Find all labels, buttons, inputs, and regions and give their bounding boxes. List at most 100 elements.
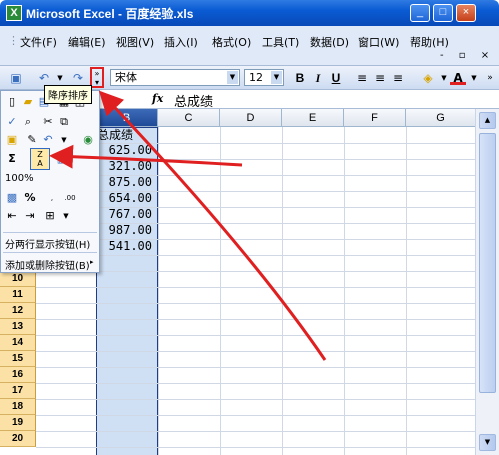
menu-insert[interactable]: 插入(I)	[164, 34, 198, 50]
menu-edit[interactable]: 编辑(E)	[68, 34, 106, 50]
italic-button[interactable]: I	[310, 70, 326, 86]
scroll-down-icon[interactable]: ▼	[479, 434, 496, 451]
gridline	[36, 255, 475, 256]
show-two-rows-option[interactable]: 分两行显示按钮(H)	[5, 236, 90, 251]
font-size-select[interactable]: 12 ▼	[244, 69, 284, 86]
row-header[interactable]: 16	[0, 367, 36, 383]
cut-icon[interactable]: ✂	[41, 115, 55, 129]
comma-style-icon[interactable]: ,	[45, 191, 59, 205]
toolbar-options-chevron-icon[interactable]: » ▾	[90, 67, 104, 88]
gridline	[36, 447, 475, 448]
currency-icon[interactable]: ▩	[5, 191, 19, 205]
align-left-icon[interactable]: ≡	[354, 70, 370, 86]
sort-z-label: Z	[37, 150, 43, 159]
font-name-select[interactable]: 宋体 ▼	[110, 69, 240, 86]
close-button[interactable]: ×	[456, 4, 476, 22]
save-icon[interactable]: ▣	[8, 70, 24, 86]
align-right-icon[interactable]: ≡	[390, 70, 406, 86]
title-bar[interactable]: X Microsoft Excel - 百度经验.xls _ □ ×	[0, 0, 499, 26]
menu-window[interactable]: 窗口(W)	[358, 34, 399, 50]
cell-value[interactable]: 321.00	[96, 159, 152, 173]
menu-data[interactable]: 数据(D)	[310, 34, 349, 50]
row-header[interactable]: 11	[0, 287, 36, 303]
row-header[interactable]: 19	[0, 415, 36, 431]
redo-icon[interactable]: ↷	[70, 70, 86, 86]
chevron-down-icon[interactable]: ▼	[227, 71, 238, 84]
sort-tooltip: 降序排序	[44, 85, 92, 104]
font-size-value: 12	[249, 71, 263, 84]
row-header[interactable]: 18	[0, 399, 36, 415]
undo-icon[interactable]: ↶	[41, 133, 55, 147]
zoom-value[interactable]: 100%	[5, 173, 34, 184]
column-header-d[interactable]: D	[220, 109, 282, 127]
insert-function-icon[interactable]: fx	[152, 92, 163, 105]
gridline	[406, 127, 407, 455]
autosum-icon[interactable]: Σ	[5, 152, 19, 166]
menu-file[interactable]: 文件(F)	[20, 34, 57, 50]
decrease-decimal-icon[interactable]: .00	[63, 191, 77, 205]
decrease-indent-icon[interactable]: ⇤	[5, 209, 19, 223]
menu-format[interactable]: 格式(O)	[212, 34, 251, 50]
cell-value[interactable]: 987.00	[96, 223, 152, 237]
fill-color-icon[interactable]: ◈	[420, 70, 436, 86]
paste-icon[interactable]: ▣	[5, 133, 19, 147]
cell-value[interactable]: 654.00	[96, 191, 152, 205]
chevron-right-icon[interactable]: ▸	[90, 258, 94, 266]
scroll-up-icon[interactable]: ▲	[479, 112, 496, 129]
scroll-thumb[interactable]	[479, 133, 496, 393]
undo-icon[interactable]: ↶	[36, 70, 52, 86]
cell-value[interactable]: 541.00	[96, 239, 152, 253]
vertical-scrollbar[interactable]: ▲ ▼	[475, 109, 499, 455]
chevron-down-icon[interactable]: ▼	[271, 71, 282, 84]
row-header[interactable]: 10	[0, 271, 36, 287]
row-header[interactable]: 13	[0, 319, 36, 335]
formula-input[interactable]: 总成绩	[174, 91, 213, 110]
row-header[interactable]: 15	[0, 351, 36, 367]
gridline	[36, 303, 475, 304]
spelling-icon[interactable]: ✓	[5, 115, 19, 129]
underline-button[interactable]: U	[328, 70, 344, 86]
column-header-f[interactable]: F	[344, 109, 406, 127]
cell-value[interactable]: 625.00	[96, 143, 152, 157]
sort-descending-button[interactable]: Z A	[30, 148, 50, 170]
copy-icon[interactable]: ⧉	[57, 115, 71, 129]
column-header-g[interactable]: G	[406, 109, 475, 127]
row-header[interactable]: 20	[0, 431, 36, 447]
font-color-dropdown-icon[interactable]: ▼	[466, 70, 482, 86]
row-header[interactable]: 14	[0, 335, 36, 351]
menu-view[interactable]: 视图(V)	[116, 34, 154, 50]
column-header-c[interactable]: C	[158, 109, 220, 127]
open-icon[interactable]: ▰	[21, 95, 35, 109]
format-painter-icon[interactable]: ✎	[25, 133, 39, 147]
font-name-value: 宋体	[115, 71, 137, 84]
column-header-b[interactable]: B	[96, 109, 158, 127]
cell-b1-header[interactable]: 总成绩	[97, 126, 133, 143]
row-header[interactable]: 12	[0, 303, 36, 319]
research-icon[interactable]: ⌕	[21, 115, 35, 129]
align-center-icon[interactable]: ≡	[372, 70, 388, 86]
minimize-button[interactable]: _	[410, 4, 430, 22]
maximize-button[interactable]: □	[433, 4, 453, 22]
borders-icon[interactable]: ⊞	[43, 209, 57, 223]
font-color-button[interactable]: A	[450, 70, 466, 85]
new-icon[interactable]: ▯	[5, 95, 19, 109]
menu-help[interactable]: 帮助(H)	[410, 34, 449, 50]
hyperlink-icon[interactable]: ◉	[81, 133, 95, 147]
excel-app-icon: X	[6, 5, 22, 21]
borders-dropdown-icon[interactable]: ▼	[59, 209, 73, 223]
percent-icon[interactable]: %	[23, 191, 37, 205]
chart-icon[interactable]: ▥	[55, 152, 69, 166]
increase-indent-icon[interactable]: ⇥	[23, 209, 37, 223]
undo-dropdown-icon[interactable]: ▼	[57, 133, 71, 147]
cell-value[interactable]: 767.00	[96, 207, 152, 221]
row-header[interactable]: 17	[0, 383, 36, 399]
column-header-e[interactable]: E	[282, 109, 344, 127]
cell-value[interactable]: 875.00	[96, 175, 152, 189]
menu-tools[interactable]: 工具(T)	[262, 34, 299, 50]
add-remove-buttons-option[interactable]: 添加或删除按钮(B)	[5, 257, 90, 272]
document-window-controls[interactable]: - ▫ ×	[440, 50, 495, 61]
undo-dropdown-icon[interactable]: ▼	[52, 70, 68, 86]
name-box-dropdown-icon[interactable]: ▼	[103, 93, 108, 101]
toolbar-overflow-icon[interactable]: »	[482, 70, 498, 86]
bold-button[interactable]: B	[292, 70, 308, 86]
